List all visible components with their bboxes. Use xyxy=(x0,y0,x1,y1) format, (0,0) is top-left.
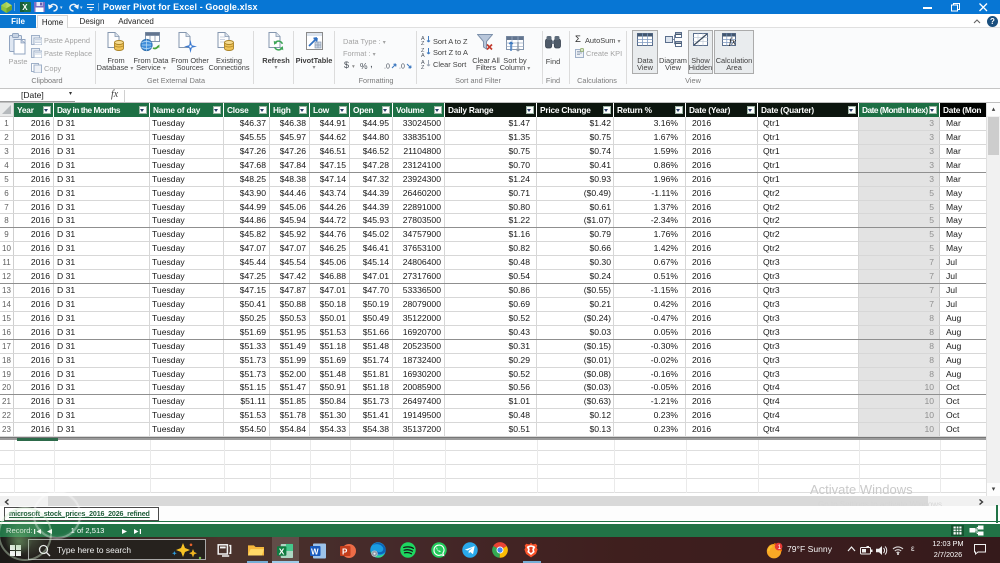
svg-text:X: X xyxy=(22,3,28,12)
svg-text:X: X xyxy=(279,546,285,556)
svg-text:W: W xyxy=(311,547,319,556)
svg-text:.0: .0 xyxy=(384,64,390,71)
svg-text:.0: .0 xyxy=(399,64,405,71)
svg-text:1: 1 xyxy=(778,544,782,551)
svg-text:A: A xyxy=(421,53,425,57)
svg-text:P: P xyxy=(342,547,348,556)
svg-text:fx: fx xyxy=(729,37,737,47)
